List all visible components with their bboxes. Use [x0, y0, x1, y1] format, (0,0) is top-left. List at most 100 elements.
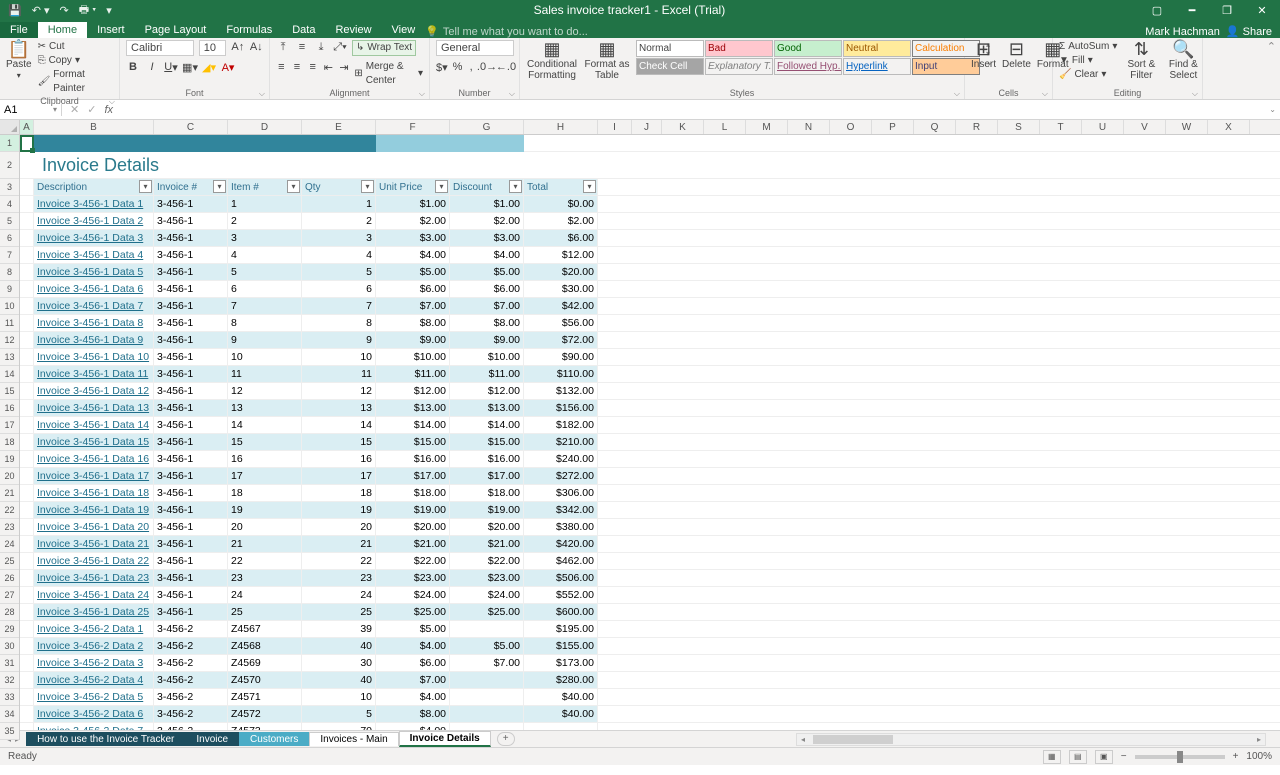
cell-total[interactable]: $12.00 — [524, 247, 598, 263]
cell-item[interactable]: 4 — [228, 247, 302, 263]
cell-item[interactable]: 7 — [228, 298, 302, 314]
column-header[interactable]: S — [998, 120, 1040, 134]
decrease-decimal-icon[interactable]: ←.0 — [499, 60, 513, 74]
cell-discount[interactable]: $9.00 — [450, 332, 524, 348]
column-header[interactable]: G — [450, 120, 524, 134]
cell-total[interactable]: $380.00 — [524, 519, 598, 535]
cell-total[interactable]: $156.00 — [524, 400, 598, 416]
filter-dropdown-icon[interactable]: ▾ — [435, 180, 448, 193]
cell-total[interactable]: $420.00 — [524, 536, 598, 552]
cell-description[interactable]: Invoice 3-456-1 Data 15 — [34, 434, 154, 450]
cell-description[interactable]: Invoice 3-456-1 Data 24 — [34, 587, 154, 603]
cell-qty[interactable]: 6 — [302, 281, 376, 297]
select-all-corner[interactable] — [0, 120, 20, 134]
cell-description[interactable]: Invoice 3-456-2 Data 6 — [34, 706, 154, 722]
cell-item[interactable]: 2 — [228, 213, 302, 229]
cell-total[interactable]: $210.00 — [524, 434, 598, 450]
cell-unit-price[interactable]: $9.00 — [376, 332, 450, 348]
cell-description[interactable]: Invoice 3-456-1 Data 13 — [34, 400, 154, 416]
cell-qty[interactable]: 39 — [302, 621, 376, 637]
page-break-view-icon[interactable]: ▣ — [1095, 750, 1113, 764]
cell-description[interactable]: Invoice 3-456-1 Data 23 — [34, 570, 154, 586]
number-format-select[interactable]: General — [436, 40, 514, 56]
row-header[interactable]: 2 — [0, 152, 19, 179]
cell-qty[interactable]: 2 — [302, 213, 376, 229]
cell-description[interactable]: Invoice 3-456-1 Data 4 — [34, 247, 154, 263]
column-header[interactable]: X — [1208, 120, 1250, 134]
cell-qty[interactable]: 5 — [302, 706, 376, 722]
cell[interactable] — [20, 553, 34, 569]
cell-item[interactable]: 21 — [228, 536, 302, 552]
row-header[interactable]: 15 — [0, 383, 19, 400]
cell-item[interactable]: Z4569 — [228, 655, 302, 671]
cell-total[interactable]: $72.00 — [524, 332, 598, 348]
cell-discount[interactable]: $8.00 — [450, 315, 524, 331]
cell[interactable] — [20, 451, 34, 467]
cell[interactable] — [20, 230, 34, 246]
cell-discount[interactable]: $16.00 — [450, 451, 524, 467]
cell-qty[interactable]: 40 — [302, 672, 376, 688]
column-header[interactable]: K — [662, 120, 704, 134]
style-neutral[interactable]: Neutral — [843, 40, 911, 57]
row-header[interactable]: 26 — [0, 570, 19, 587]
cell[interactable] — [20, 468, 34, 484]
cell-qty[interactable]: 19 — [302, 502, 376, 518]
cell-invoice[interactable]: 3-456-1 — [154, 536, 228, 552]
cell[interactable] — [20, 298, 34, 314]
column-header[interactable]: R — [956, 120, 998, 134]
cell[interactable] — [20, 349, 34, 365]
tab-insert[interactable]: Insert — [87, 22, 135, 38]
cell-invoice[interactable]: 3-456-1 — [154, 502, 228, 518]
cell-invoice[interactable]: 3-456-1 — [154, 417, 228, 433]
underline-button[interactable]: U ▾ — [164, 60, 178, 74]
cell-unit-price[interactable]: $4.00 — [376, 247, 450, 263]
copy-button[interactable]: ⎘Copy ▾ — [38, 54, 113, 68]
cell-unit-price[interactable]: $18.00 — [376, 485, 450, 501]
cell-discount[interactable]: $22.00 — [450, 553, 524, 569]
cell[interactable] — [20, 281, 34, 297]
cell-qty[interactable]: 4 — [302, 247, 376, 263]
tab-file[interactable]: File — [0, 22, 38, 38]
cell-description[interactable]: Invoice 3-456-1 Data 22 — [34, 553, 154, 569]
cell-total[interactable]: $462.00 — [524, 553, 598, 569]
filter-dropdown-icon[interactable]: ▾ — [583, 180, 596, 193]
share-button[interactable]: 👤 Share — [1226, 25, 1272, 38]
cell-description[interactable]: Invoice 3-456-1 Data 5 — [34, 264, 154, 280]
cell-item[interactable]: 9 — [228, 332, 302, 348]
row-header[interactable]: 8 — [0, 264, 19, 281]
row-header[interactable]: 25 — [0, 553, 19, 570]
cell-description[interactable]: Invoice 3-456-1 Data 12 — [34, 383, 154, 399]
quickprint-icon[interactable]: 🖶 ▾ — [79, 1, 97, 20]
cell-unit-price[interactable]: $21.00 — [376, 536, 450, 552]
collapse-ribbon-icon[interactable]: ⌃ — [1203, 38, 1280, 99]
cell-qty[interactable]: 16 — [302, 451, 376, 467]
find-select-button[interactable]: 🔍Find & Select — [1165, 40, 1201, 81]
cell-discount[interactable]: $15.00 — [450, 434, 524, 450]
row-header[interactable]: 23 — [0, 519, 19, 536]
filter-dropdown-icon[interactable]: ▾ — [509, 180, 522, 193]
column-header[interactable]: D — [228, 120, 302, 134]
cell-description[interactable]: Invoice 3-456-1 Data 10 — [34, 349, 154, 365]
increase-font-icon[interactable]: A↑ — [231, 40, 244, 54]
cell-total[interactable]: $195.00 — [524, 621, 598, 637]
merge-center-button[interactable]: ⊞ Merge & Center ▾ — [354, 60, 423, 88]
column-header[interactable]: L — [704, 120, 746, 134]
expand-formula-bar-icon[interactable]: ⌄ — [1265, 105, 1280, 114]
cell[interactable] — [20, 135, 34, 151]
cell-total[interactable]: $280.00 — [524, 672, 598, 688]
cell[interactable] — [20, 434, 34, 450]
autosum-button[interactable]: ΣAutoSum ▾ — [1059, 40, 1117, 54]
column-header[interactable]: P — [872, 120, 914, 134]
row-header[interactable]: 18 — [0, 434, 19, 451]
cell-invoice[interactable]: 3-456-1 — [154, 604, 228, 620]
cell-item[interactable]: Z4568 — [228, 638, 302, 654]
cell-description[interactable]: Invoice 3-456-1 Data 2 — [34, 213, 154, 229]
cell-description[interactable]: Invoice 3-456-1 Data 1 — [34, 196, 154, 212]
sheet-tab-invoices-main[interactable]: Invoices - Main — [309, 732, 398, 746]
decrease-indent-icon[interactable]: ⇤ — [323, 60, 334, 74]
cell-description[interactable]: Invoice 3-456-1 Data 8 — [34, 315, 154, 331]
tab-review[interactable]: Review — [325, 22, 381, 38]
row-header[interactable]: 28 — [0, 604, 19, 621]
cell-discount[interactable]: $7.00 — [450, 655, 524, 671]
table-header[interactable]: Discount▾ — [450, 179, 524, 195]
